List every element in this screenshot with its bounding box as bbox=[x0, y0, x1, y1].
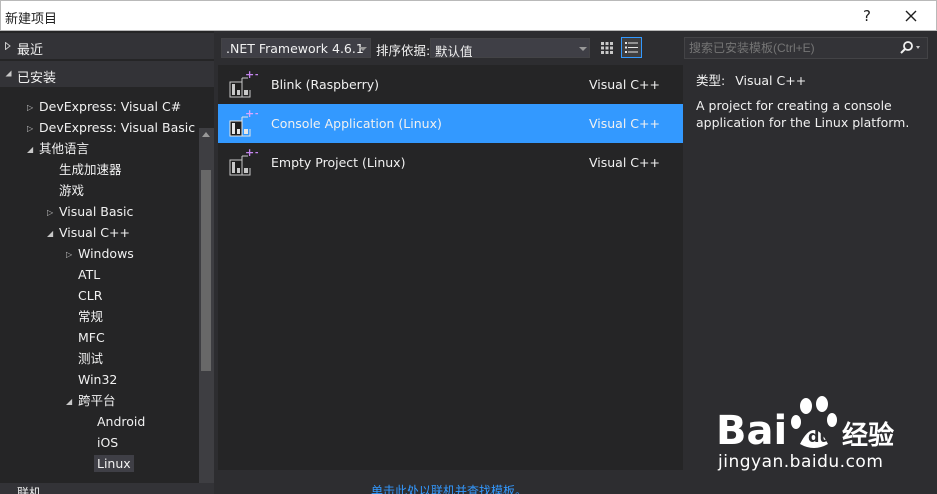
close-icon bbox=[905, 10, 917, 22]
tree-node-linux[interactable]: Linux bbox=[85, 453, 134, 474]
scrollbar-thumb[interactable] bbox=[201, 170, 211, 371]
chevron-down-icon bbox=[5, 70, 12, 77]
template-name: Console Application (Linux) bbox=[271, 116, 442, 131]
tree-node-atl[interactable]: ATL bbox=[66, 264, 100, 285]
framework-dropdown[interactable]: .NET Framework 4.6.1 bbox=[221, 38, 371, 58]
tree-node-build-accelerator[interactable]: 生成加速器 bbox=[47, 159, 122, 180]
tree-node-win32[interactable]: Win32 bbox=[66, 369, 117, 390]
tree-node-other-languages[interactable]: ◢ 其他语言 bbox=[27, 138, 89, 159]
tree-node-visual-cpp[interactable]: ◢ Visual C++ bbox=[47, 222, 130, 243]
chevron-right-icon bbox=[5, 42, 11, 50]
search-button[interactable] bbox=[897, 38, 927, 58]
sort-label: 排序依据: bbox=[376, 43, 431, 58]
template-list: ++ Blink (Raspberry) Visual C++ ++ Conso… bbox=[218, 65, 683, 470]
chevron-right-icon: ▷ bbox=[66, 250, 73, 259]
svg-text:++: ++ bbox=[245, 107, 258, 120]
chevron-down-icon bbox=[579, 47, 587, 51]
tree-node-mfc[interactable]: MFC bbox=[66, 327, 105, 348]
chevron-right-icon: ▷ bbox=[27, 103, 34, 112]
details-type-row: 类型: Visual C++ bbox=[696, 72, 926, 89]
tree-node-general[interactable]: 常规 bbox=[66, 306, 103, 327]
tree-section-label: 最近 bbox=[17, 43, 44, 58]
details-type-label: 类型: bbox=[696, 73, 726, 88]
close-button[interactable] bbox=[891, 1, 931, 31]
tree-node-clr[interactable]: CLR bbox=[66, 285, 102, 306]
tree-section-installed[interactable]: 已安装 bbox=[0, 61, 214, 87]
tree-node-android[interactable]: Android bbox=[85, 411, 145, 432]
template-row-console-linux[interactable]: ++ Console Application (Linux) Visual C+… bbox=[218, 104, 683, 143]
tree-node-games[interactable]: 游戏 bbox=[47, 180, 84, 201]
title-bar: 新建项目 ? bbox=[0, 0, 937, 31]
chevron-down-icon: ◢ bbox=[47, 229, 54, 238]
template-tree: 最近 已安装 ▷ DevExpress: Visual C# ▷ DevExpres… bbox=[0, 31, 214, 494]
search-icon bbox=[900, 41, 920, 54]
details-description: A project for creating a console applica… bbox=[696, 98, 910, 130]
framework-value: .NET Framework 4.6.1 bbox=[226, 41, 364, 56]
svg-text:++: ++ bbox=[245, 146, 258, 159]
find-templates-online-link[interactable]: 单击此处以联机并查找模板。 bbox=[371, 482, 527, 494]
cpp-project-icon: ++ bbox=[229, 107, 258, 137]
tree-section-label: 已安装 bbox=[17, 71, 57, 86]
list-view-icon[interactable] bbox=[621, 37, 642, 58]
scroll-up-icon[interactable] bbox=[202, 132, 210, 137]
tree-section-online[interactable]: 联机 bbox=[0, 483, 214, 494]
details-type-value: Visual C++ bbox=[735, 73, 807, 88]
template-name: Blink (Raspberry) bbox=[271, 77, 380, 92]
svg-text:++: ++ bbox=[245, 68, 258, 81]
cpp-project-icon: ++ bbox=[229, 146, 258, 176]
sort-value: 默认值 bbox=[435, 44, 473, 59]
window-title: 新建项目 bbox=[5, 12, 58, 27]
tree-node-test[interactable]: 测试 bbox=[66, 348, 103, 369]
search-input[interactable] bbox=[684, 37, 928, 59]
tree-node-windows[interactable]: ▷ Windows bbox=[66, 243, 134, 264]
chevron-down-icon bbox=[359, 47, 367, 51]
svg-text:du: du bbox=[808, 427, 831, 446]
watermark-url: jingyan.baidu.com bbox=[718, 452, 884, 472]
template-language: Visual C++ bbox=[589, 155, 660, 170]
cpp-project-icon: ++ bbox=[229, 68, 258, 98]
tree-section-label: 联机 bbox=[17, 486, 42, 494]
chevron-down-icon: ◢ bbox=[27, 145, 34, 154]
tree-node-cross-platform[interactable]: ◢ 跨平台 bbox=[66, 390, 116, 411]
template-name: Empty Project (Linux) bbox=[271, 155, 406, 170]
help-label: ? bbox=[863, 7, 871, 25]
chevron-down-icon: ◢ bbox=[66, 397, 73, 406]
watermark-logo-text: Bai bbox=[716, 408, 787, 454]
help-button[interactable]: ? bbox=[847, 1, 887, 31]
tree-section-recent[interactable]: 最近 bbox=[0, 33, 214, 59]
template-row-empty-linux[interactable]: ++ Empty Project (Linux) Visual C++ bbox=[218, 143, 683, 182]
watermark-logo-suffix: 经验 bbox=[842, 420, 894, 451]
chevron-right-icon: ▷ bbox=[27, 124, 34, 133]
grid-view-icon[interactable] bbox=[597, 38, 617, 58]
tree-node-visual-basic[interactable]: ▷ Visual Basic bbox=[47, 201, 133, 222]
template-language: Visual C++ bbox=[589, 116, 660, 131]
template-language: Visual C++ bbox=[589, 77, 660, 92]
chevron-right-icon: ▷ bbox=[47, 208, 54, 217]
tree-node-devexpress-csharp[interactable]: ▷ DevExpress: Visual C# bbox=[27, 96, 181, 117]
template-row-blink[interactable]: ++ Blink (Raspberry) Visual C++ bbox=[218, 65, 683, 104]
tree-scrollbar[interactable] bbox=[199, 128, 214, 494]
template-details: 类型: Visual C++ A project for creating a … bbox=[696, 72, 926, 131]
tree-node-ios[interactable]: iOS bbox=[85, 432, 118, 453]
tree-node-devexpress-vb[interactable]: ▷ DevExpress: Visual Basic bbox=[27, 117, 195, 138]
sort-dropdown[interactable]: 默认值 bbox=[430, 38, 590, 59]
